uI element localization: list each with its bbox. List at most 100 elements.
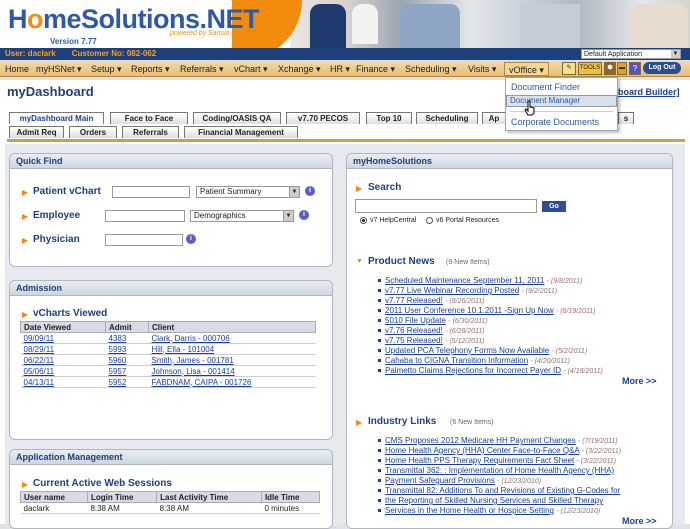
client-link[interactable]: Johnson, Lisa - 001414 — [152, 367, 235, 376]
tab-admit-req[interactable]: Admit Req — [9, 126, 64, 138]
product-news-list: Scheduled Maintenance September 11, 2011… — [378, 276, 603, 376]
date-link[interactable]: 09/09/11 — [24, 334, 55, 343]
nav-reports[interactable]: Reports ▾ — [131, 64, 170, 75]
news-link[interactable]: Transmittal 362: : Implementation of Hom… — [385, 466, 614, 475]
client-link[interactable]: Hill, Ella - 101004 — [152, 345, 215, 354]
tab-ap[interactable]: Ap — [482, 112, 506, 124]
news-link[interactable]: CMS Proposes 2012 Medicare HH Payment Ch… — [385, 436, 576, 445]
nav-referrals[interactable]: Referrals ▾ — [180, 64, 224, 75]
bullet-icon: ▶ — [22, 212, 29, 221]
hexagon-icon[interactable]: ⬢ — [604, 62, 616, 75]
search-go-button[interactable]: Go — [542, 201, 566, 212]
col-client[interactable]: Client — [148, 321, 316, 333]
search-input[interactable] — [355, 199, 537, 213]
col-date-viewed[interactable]: Date Viewed — [20, 321, 106, 333]
nav-finance[interactable]: Finance ▾ — [356, 64, 395, 75]
news-link[interactable]: Cahaba to CIGNA Transition Information — [385, 356, 528, 365]
news-link[interactable]: Palmetto Claims Rejections for Incorrect… — [385, 366, 561, 375]
sessions-table: User name Login Time Last Activity Time … — [20, 491, 321, 514]
menu-item-document-finder[interactable]: Document Finder — [506, 80, 617, 94]
chevron-down-icon: ▼ — [356, 258, 363, 265]
news-link[interactable]: Services in the Home Health or Hospice S… — [385, 506, 554, 515]
news-link[interactable]: v7.76 Released! — [385, 326, 443, 335]
col-admit[interactable]: Admit — [105, 321, 149, 333]
tab-referrals[interactable]: Referrals — [122, 126, 179, 138]
folder-icon[interactable]: ▬ — [617, 62, 627, 75]
client-link[interactable]: Smith, James - 001781 — [152, 356, 234, 365]
table-header-row: User name Login Time Last Activity Time … — [20, 491, 321, 503]
tab-orders[interactable]: Orders — [69, 126, 117, 138]
logout-button[interactable]: Log Out — [643, 62, 681, 74]
hallway-photo — [520, 4, 580, 48]
info-icon[interactable]: i — [186, 234, 196, 244]
news-date: - (12/23/2010) — [556, 508, 601, 515]
application-select[interactable]: Default Application ▼ — [581, 49, 681, 59]
news-link[interactable]: Updated PCA Telephony Forms Now Availabl… — [385, 346, 549, 355]
nav-myhsnet[interactable]: myHSNet ▾ — [36, 64, 82, 75]
news-link[interactable]: the Reporting of Skilled Nursing Service… — [385, 496, 603, 505]
admit-link[interactable]: 5960 — [109, 356, 127, 365]
news-link[interactable]: 5010 File Update — [385, 316, 446, 325]
tab-coding-oasis-qa[interactable]: Coding/OASIS QA — [193, 112, 281, 124]
news-date: - (4/18/2011) — [563, 368, 603, 375]
news-link[interactable]: 2011 User Conference 10.1.2011 -Sign Up … — [385, 306, 554, 315]
news-link[interactable]: Home Health Agency (HHA) Center Face-to-… — [385, 446, 579, 455]
news-link[interactable]: Payment Safeguard Provisions — [385, 476, 495, 485]
date-link[interactable]: 05/06/11 — [24, 367, 55, 376]
patient-vchart-input[interactable] — [112, 186, 190, 198]
employee-view-select[interactable]: Demographics ▼ — [190, 210, 294, 222]
info-icon[interactable]: i — [299, 210, 309, 220]
product-news-more-link[interactable]: More >> — [622, 376, 657, 386]
admit-link[interactable]: 5993 — [109, 345, 127, 354]
nav-visits[interactable]: Visits ▾ — [468, 64, 496, 75]
physician-label: Physician — [33, 234, 80, 245]
news-link[interactable]: v7.77 Released! — [385, 296, 443, 305]
pencil-icon[interactable]: ✎ — [562, 62, 576, 75]
news-link[interactable]: Transmittal 82: Additions To and Revisio… — [385, 486, 620, 495]
table-row: 08/29/11 5993 Hill, Ella - 101004 — [20, 343, 316, 355]
tools-button[interactable]: TOOLS — [578, 62, 602, 75]
tab-top10[interactable]: Top 10 — [366, 112, 412, 124]
menu-item-corporate-documents[interactable]: Corporate Documents — [506, 115, 617, 129]
industry-links-more-link[interactable]: More >> — [622, 516, 657, 526]
news-link[interactable]: v7.77 Live Webinar Recording Posted — [385, 286, 519, 295]
physician-input[interactable] — [105, 234, 183, 246]
tab-pecos[interactable]: v7.70 PECOS — [286, 112, 360, 124]
nav-vchart[interactable]: vChart ▾ — [234, 64, 268, 75]
nav-scheduling[interactable]: Scheduling ▾ — [405, 64, 457, 75]
radio-helpcentral[interactable] — [360, 217, 367, 224]
patient-view-select[interactable]: Patient Summary ▼ — [196, 186, 300, 198]
menu-item-document-manager[interactable]: Document Manager — [506, 95, 617, 107]
news-link[interactable]: Home Health PPS Therapy Requirements Fac… — [385, 456, 574, 465]
client-link[interactable]: Clark, Darris - 000706 — [152, 334, 230, 343]
help-icon[interactable]: ? — [629, 62, 641, 75]
info-icon[interactable]: i — [305, 186, 315, 196]
tab-s[interactable]: s — [618, 112, 634, 124]
application-label[interactable]: Application — [523, 49, 567, 58]
date-link[interactable]: 04/13/11 — [24, 378, 55, 387]
tab-scheduling[interactable]: Scheduling — [416, 112, 478, 124]
tab-mydashboard-main[interactable]: myDashboard Main — [9, 112, 104, 124]
radio-portal[interactable] — [426, 217, 433, 224]
admit-link[interactable]: 5952 — [109, 378, 127, 387]
application-management-title: Application Management — [10, 450, 332, 465]
bullet-icon: ▶ — [22, 236, 29, 245]
date-link[interactable]: 08/29/11 — [24, 345, 55, 354]
news-link[interactable]: v7.75 Released! — [385, 336, 443, 345]
tab-financial-management[interactable]: Financial Management — [184, 126, 298, 138]
table-row: 06/22/11 5960 Smith, James - 001781 — [20, 354, 316, 366]
employee-input[interactable] — [105, 210, 185, 222]
nav-xchange[interactable]: Xchange ▾ — [278, 64, 321, 75]
tab-face-to-face[interactable]: Face to Face — [110, 112, 188, 124]
nav-setup[interactable]: Setup ▾ — [91, 64, 122, 75]
admit-link[interactable]: 4383 — [109, 334, 127, 343]
news-link[interactable]: Scheduled Maintenance September 11, 2011 — [385, 276, 544, 285]
date-link[interactable]: 06/22/11 — [24, 356, 55, 365]
nav-voffice[interactable]: vOffice ▾ — [504, 62, 549, 76]
nav-hr[interactable]: HR ▾ — [330, 64, 350, 75]
dashboard-builder-link[interactable]: board Builder] — [618, 87, 680, 97]
admission-title: Admission — [10, 281, 332, 296]
admit-link[interactable]: 5957 — [109, 367, 127, 376]
nav-home[interactable]: Home — [5, 64, 29, 74]
client-link[interactable]: FABDNAM, CAIPA - 001726 — [152, 378, 252, 387]
